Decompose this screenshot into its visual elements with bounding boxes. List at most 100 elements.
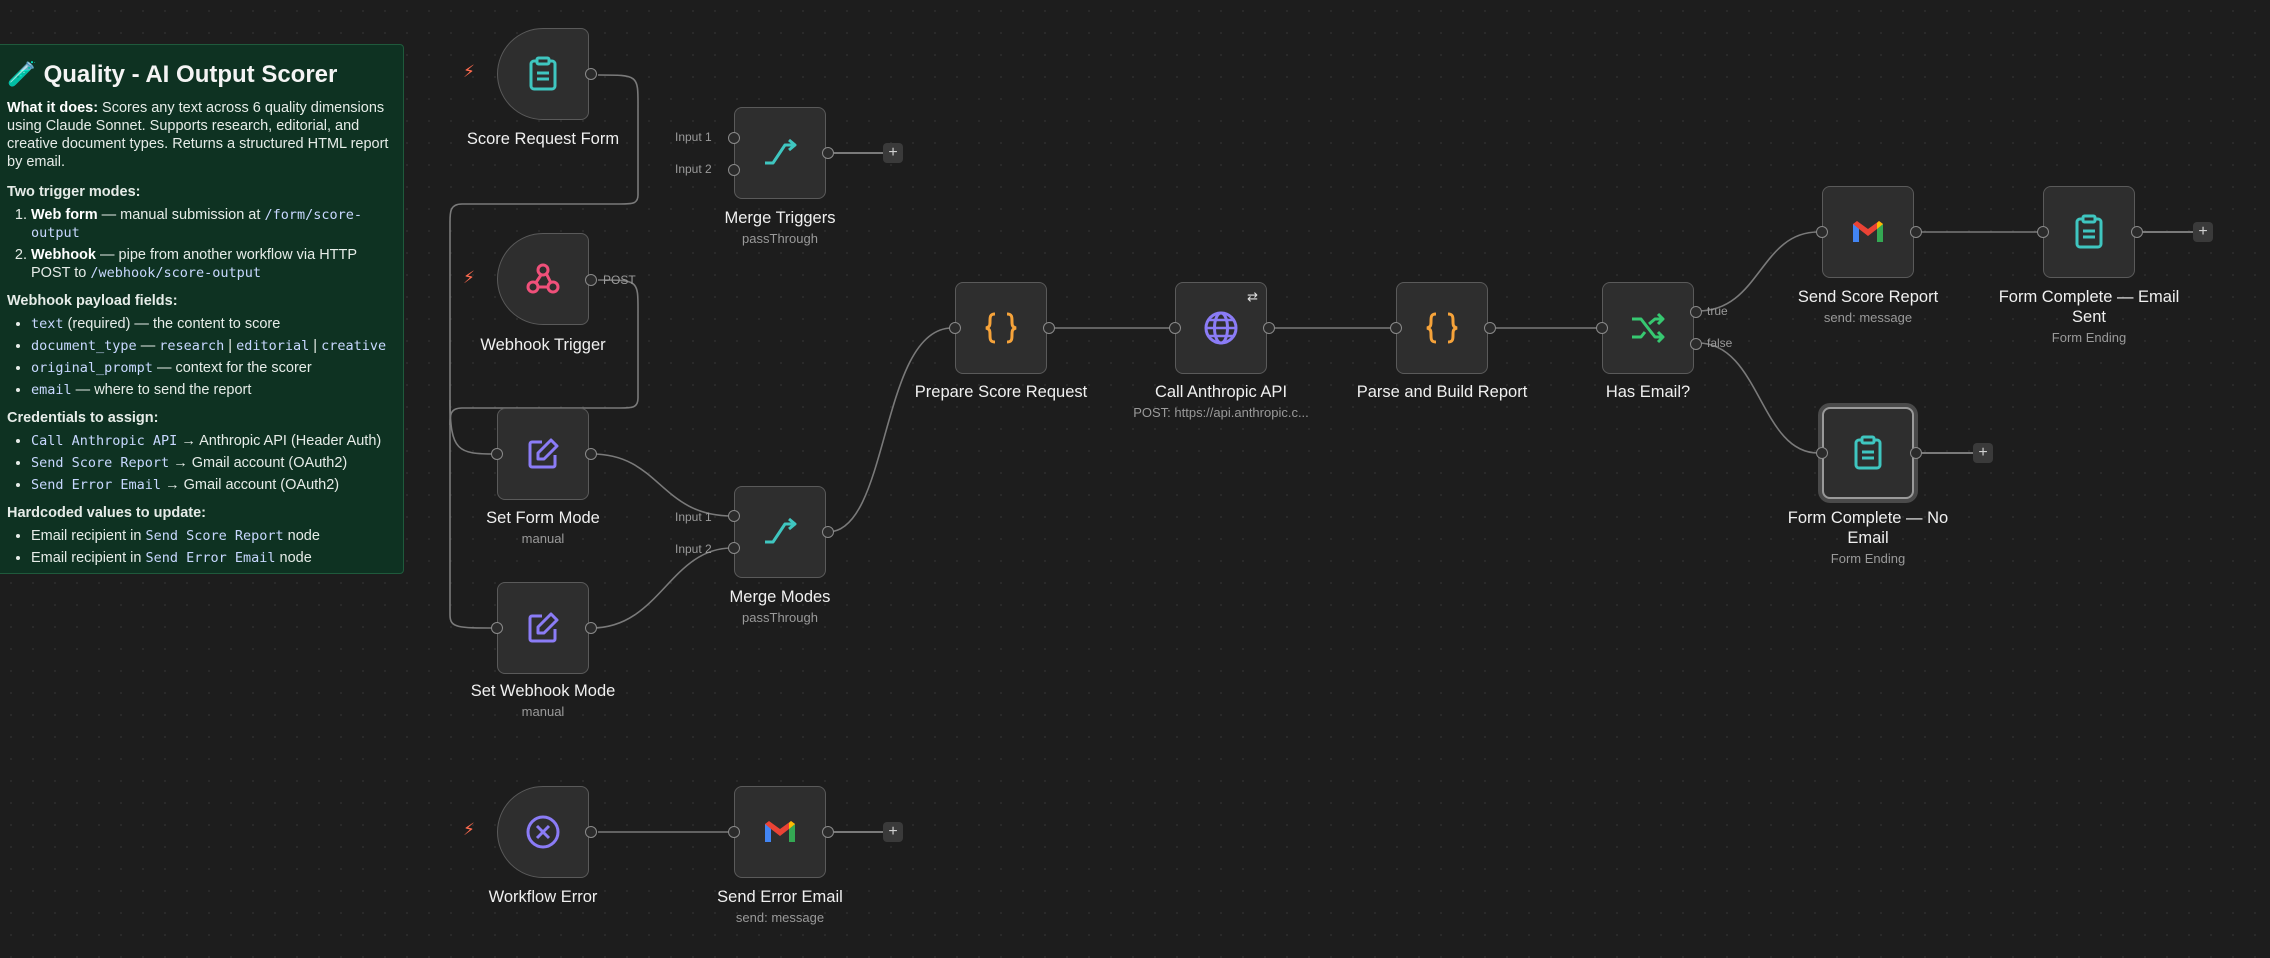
node-webhook-trigger[interactable] <box>497 233 589 325</box>
output-stub <box>2143 231 2197 233</box>
c2-text: → Gmail account (OAuth2) <box>169 455 348 471</box>
c3-text: → Gmail account (OAuth2) <box>161 477 340 493</box>
h1-text: Email recipient in <box>31 528 146 544</box>
output-port[interactable] <box>1910 447 1922 459</box>
hardcoded-list: Email recipient in Send Score Report nod… <box>7 527 393 567</box>
input-port[interactable] <box>2037 226 2049 238</box>
payload-list: text (required) — the content to score d… <box>7 315 393 399</box>
input-port[interactable] <box>728 132 740 144</box>
output-port[interactable] <box>822 826 834 838</box>
node-call-anthropic-api[interactable]: ⇄ <box>1175 282 1267 374</box>
input-port[interactable] <box>1596 322 1608 334</box>
node-parse-and-build-report[interactable] <box>1396 282 1488 374</box>
output-port[interactable] <box>2131 226 2143 238</box>
node-label: Set Form Mode <box>486 509 600 527</box>
input-port[interactable] <box>1816 226 1828 238</box>
node-label: Workflow Error <box>488 888 598 906</box>
input-port[interactable] <box>728 164 740 176</box>
add-node-button[interactable]: + <box>2193 222 2213 242</box>
output-port[interactable] <box>1910 226 1922 238</box>
output-port[interactable] <box>1484 322 1496 334</box>
node-subtitle: manual <box>521 704 565 719</box>
f2-code: document_type <box>31 338 137 354</box>
clipboard-icon <box>529 56 557 91</box>
node-form-complete-email-sent[interactable] <box>2043 186 2135 278</box>
output-port-false[interactable] <box>1690 338 1702 350</box>
node-subtitle: passThrough <box>742 610 818 625</box>
edit-icon <box>528 612 559 643</box>
output-port[interactable] <box>1263 322 1275 334</box>
output-port[interactable] <box>822 147 834 159</box>
input-port[interactable] <box>728 510 740 522</box>
edit-icon <box>528 438 559 469</box>
add-node-button[interactable]: + <box>883 143 903 163</box>
node-workflow-error[interactable] <box>497 786 589 878</box>
input-label: Input 2 <box>675 162 712 176</box>
f1-code: text <box>31 316 64 332</box>
add-node-button[interactable]: + <box>883 822 903 842</box>
webhook-icon <box>526 263 560 294</box>
credentials-list: Call Anthropic API → Anthropic API (Head… <box>7 432 393 494</box>
credential-item: Send Error Email → Gmail account (OAuth2… <box>31 476 393 494</box>
output-port[interactable] <box>585 448 597 460</box>
output-port-true[interactable] <box>1690 306 1702 318</box>
h2-text: Email recipient in <box>31 550 146 566</box>
credential-item: Call Anthropic API → Anthropic API (Head… <box>31 432 393 450</box>
merge-icon <box>765 138 797 165</box>
modes-list: Web form — manual submission at /form/sc… <box>7 206 393 282</box>
clipboard-icon <box>1854 435 1882 470</box>
workflow-canvas[interactable]: 🧪 Quality - AI Output Scorer What it doe… <box>0 0 2270 958</box>
node-send-score-report[interactable] <box>1822 186 1914 278</box>
code-braces-icon <box>985 312 1017 344</box>
f2-v1: research <box>159 338 225 354</box>
node-label: Score Request Form <box>466 130 620 148</box>
output-port[interactable] <box>585 622 597 634</box>
trigger-bolt-icon: ⚡ <box>463 820 475 839</box>
input-port[interactable] <box>1816 447 1828 459</box>
node-merge-triggers[interactable] <box>734 107 826 199</box>
hardcoded-item: Email recipient in Send Score Report nod… <box>31 527 393 545</box>
node-label: Form Complete — No Email <box>1787 509 1949 547</box>
globe-icon <box>1204 311 1238 345</box>
sticky-title: 🧪 Quality - AI Output Scorer <box>7 61 393 89</box>
node-label: Merge Triggers <box>724 209 836 227</box>
node-subtitle: Form Ending <box>1830 551 1906 566</box>
input-port[interactable] <box>728 542 740 554</box>
node-send-error-email[interactable] <box>734 786 826 878</box>
node-label: Send Score Report <box>1797 288 1939 306</box>
input-port[interactable] <box>1169 322 1181 334</box>
clipboard-icon <box>2075 214 2103 249</box>
input-port[interactable] <box>728 826 740 838</box>
input-port[interactable] <box>491 622 503 634</box>
false-label: false <box>1707 336 1733 350</box>
output-port[interactable] <box>585 274 597 286</box>
sticky-note[interactable]: 🧪 Quality - AI Output Scorer What it doe… <box>0 44 404 574</box>
sticky-title-text: Quality - AI Output Scorer <box>43 61 338 88</box>
edge-mergemodes-to-prepare <box>827 327 953 533</box>
credentials-heading: Credentials to assign: <box>7 410 159 426</box>
mode2-bold: Webhook <box>31 247 96 263</box>
node-form-complete-no-email[interactable] <box>1822 407 1914 499</box>
node-set-webhook-mode[interactable] <box>497 582 589 674</box>
trigger-bolt-icon: ⚡ <box>463 62 475 81</box>
output-port[interactable] <box>1043 322 1055 334</box>
node-subtitle: send: message <box>735 910 825 925</box>
output-port[interactable] <box>822 526 834 538</box>
node-set-form-mode[interactable] <box>497 408 589 500</box>
node-prepare-score-request[interactable] <box>955 282 1047 374</box>
node-label: Prepare Score Request <box>914 383 1088 401</box>
node-has-email[interactable] <box>1602 282 1694 374</box>
mode1-bold: Web form <box>31 207 98 223</box>
input-port[interactable] <box>1390 322 1402 334</box>
payload-item: document_type — research | editorial | c… <box>31 337 393 355</box>
gmail-icon <box>1853 221 1883 242</box>
node-merge-modes[interactable] <box>734 486 826 578</box>
code-braces-icon <box>1426 312 1458 344</box>
output-port[interactable] <box>585 826 597 838</box>
input-port[interactable] <box>949 322 961 334</box>
input-port[interactable] <box>491 448 503 460</box>
add-node-button[interactable]: + <box>1973 443 1993 463</box>
node-score-request-form[interactable] <box>497 28 589 120</box>
output-port[interactable] <box>585 68 597 80</box>
f3-code: original_prompt <box>31 360 153 376</box>
